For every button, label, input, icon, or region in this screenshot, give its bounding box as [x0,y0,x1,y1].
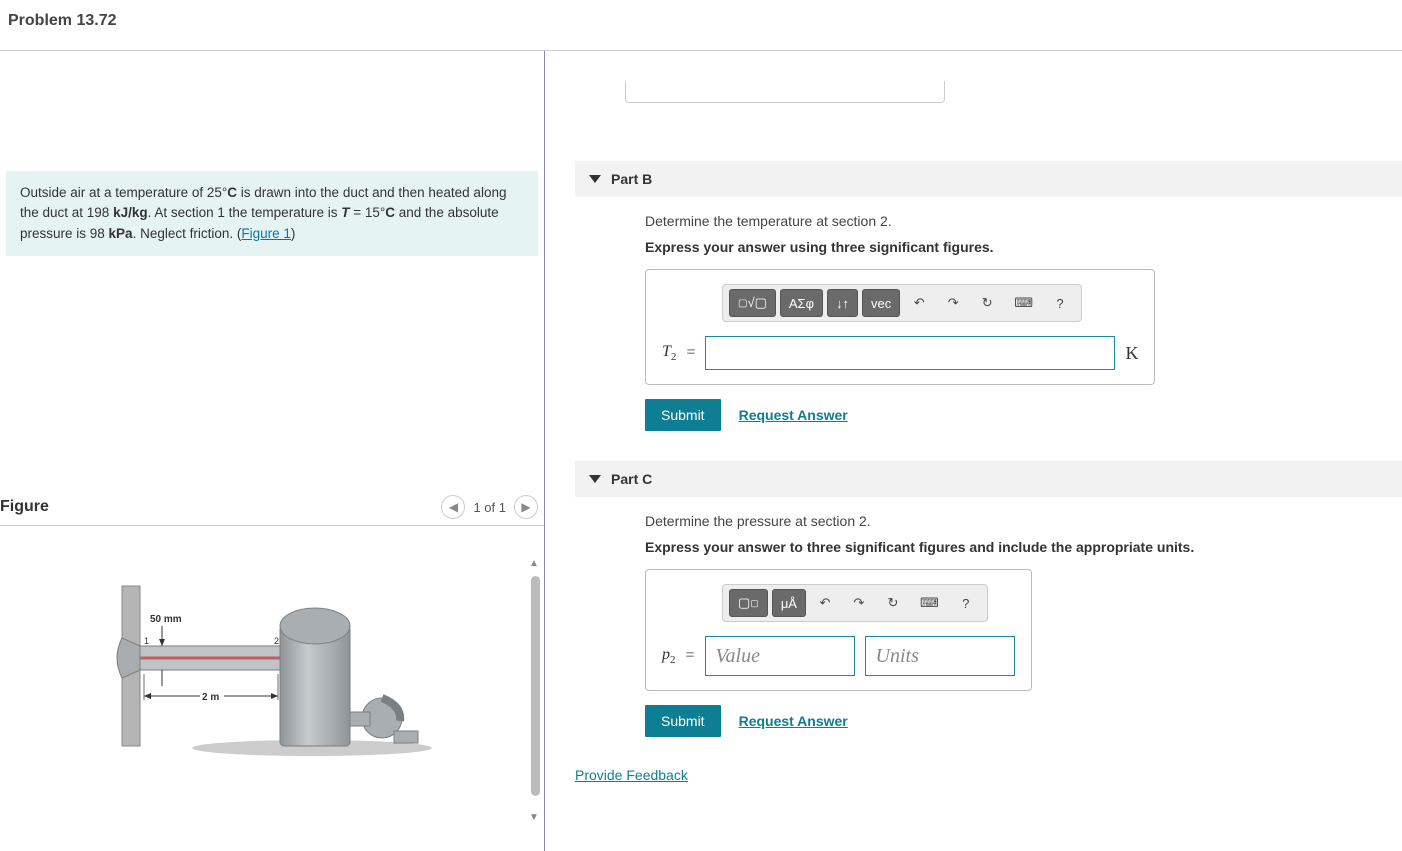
sec2-label: 2 [274,636,279,646]
part-b-prompt: Determine the temperature at section 2. [645,213,1402,229]
sec1-label: 1 [144,636,149,646]
part-c-input-row: p2 = Value Units [662,636,1015,676]
part-b-header[interactable]: Part B [575,161,1402,197]
templates-button[interactable]: ▢√▢ [729,289,776,317]
redo-button[interactable]: ↷ [938,289,968,317]
part-c-instruction: Express your answer to three significant… [645,539,1402,555]
part-c-answer-box: ▢▢ μÅ ↶ ↷ ↻ ⌨ ? p2 = Value [645,569,1032,691]
subsup-button[interactable]: ↓↑ [827,289,858,317]
part-c: Part C Determine the pressure at section… [575,461,1402,737]
part-c-submit-button[interactable]: Submit [645,705,721,737]
help-button[interactable]: ? [1045,289,1075,317]
figure-next-button[interactable]: ▶ [514,495,538,519]
prev-part-cutoff [615,81,1402,131]
part-c-units-input[interactable]: Units [865,636,1015,676]
undo-button[interactable]: ↶ [810,589,840,617]
figure-svg: 1 2 50 [102,576,442,776]
part-b-instruction: Express your answer using three signific… [645,239,1402,255]
part-b-answer-box: ▢√▢ ΑΣφ ↓↑ vec ↶ ↷ ↻ ⌨ ? T [645,269,1155,385]
part-b-title: Part B [611,171,652,187]
figure-scrollbar[interactable] [531,576,540,796]
scroll-up-icon[interactable]: ▲ [529,558,539,568]
figure-section: Figure ◀ 1 of 1 ▶ [0,491,544,851]
problem-statement: Outside air at a temperature of 25°C is … [6,171,538,256]
keyboard-button[interactable]: ⌨ [1006,289,1041,317]
right-panel: Part B Determine the temperature at sect… [545,51,1402,851]
part-c-toolbar: ▢▢ μÅ ↶ ↷ ↻ ⌨ ? [722,584,988,622]
part-b-var: T2 [662,343,676,363]
part-b-unit: K [1125,343,1138,364]
problem-title: Problem 13.72 [8,12,1394,30]
part-c-value-input[interactable]: Value [705,636,855,676]
page-header: Problem 13.72 [0,0,1402,42]
redo-button[interactable]: ↷ [844,589,874,617]
part-c-request-answer-link[interactable]: Request Answer [739,713,848,729]
reset-button[interactable]: ↻ [972,289,1002,317]
caret-down-icon [589,175,601,183]
reset-button[interactable]: ↻ [878,589,908,617]
figure-header: Figure ◀ 1 of 1 ▶ [0,491,544,526]
part-c-prompt: Determine the pressure at section 2. [645,513,1402,529]
units-button[interactable]: μÅ [772,589,806,617]
part-b-request-answer-link[interactable]: Request Answer [739,407,848,423]
help-button[interactable]: ? [951,589,981,617]
part-c-var: p2 [662,646,676,666]
provide-feedback-link[interactable]: Provide Feedback [575,767,688,783]
greek-button[interactable]: ΑΣφ [780,289,823,317]
figure-prev-button[interactable]: ◀ [441,495,465,519]
part-b-toolbar: ▢√▢ ΑΣφ ↓↑ vec ↶ ↷ ↻ ⌨ ? [722,284,1082,322]
part-b-submit-button[interactable]: Submit [645,399,721,431]
undo-button[interactable]: ↶ [904,289,934,317]
figure-pager-text: 1 of 1 [473,500,506,515]
caret-down-icon [589,475,601,483]
templates-button[interactable]: ▢▢ [729,589,768,617]
figure-title: Figure [0,498,49,516]
part-b-input-row: T2 = K [662,336,1138,370]
dim-diameter: 50 mm [150,614,182,625]
left-panel: Outside air at a temperature of 25°C is … [0,51,545,851]
part-c-header[interactable]: Part C [575,461,1402,497]
figure-pager: ◀ 1 of 1 ▶ [441,495,538,519]
figure-body: 1 2 50 [0,526,544,826]
equals-sign: = [686,344,695,362]
vec-button[interactable]: vec [862,289,900,317]
part-b-answer-input[interactable] [705,336,1115,370]
scroll-down-icon[interactable]: ▼ [529,812,539,822]
part-b: Part B Determine the temperature at sect… [575,161,1402,431]
dim-length: 2 m [202,692,219,703]
figure-link[interactable]: Figure 1 [241,226,291,241]
keyboard-button[interactable]: ⌨ [912,589,947,617]
part-c-title: Part C [611,471,652,487]
equals-sign: = [686,647,695,665]
